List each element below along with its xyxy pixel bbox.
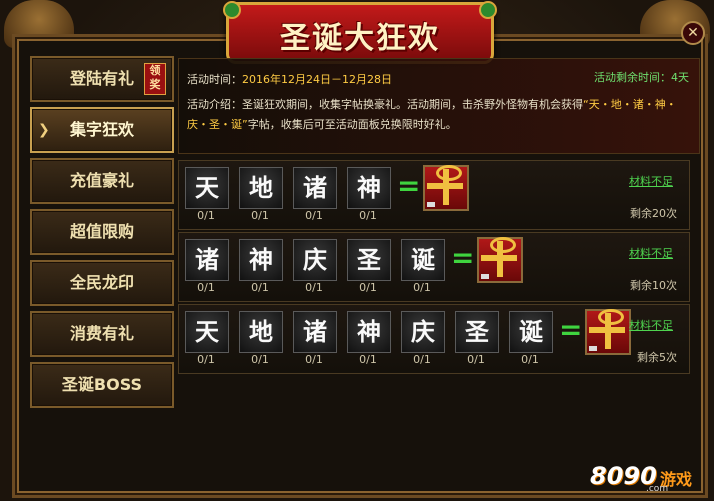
sidebar-item-1[interactable]: 集字狂欢 (30, 107, 174, 153)
gift-box-icon[interactable] (585, 309, 631, 355)
gift-bow (490, 237, 516, 253)
activity-description: 活动介绍：圣诞狂欢期间，收集字帖换豪礼。活动期间，击杀野外怪物有机会获得“天・地… (187, 95, 687, 135)
remaining-count: 剩余5次 (637, 351, 677, 364)
sidebar-item-label: 充值豪礼 (69, 171, 134, 190)
sidebar-item-2[interactable]: 充值豪礼 (30, 158, 174, 204)
site-logo: 8090 游戏 .com (586, 460, 706, 494)
character-tile[interactable]: 天 (185, 311, 229, 353)
exchange-row: 诸 0/1 神 0/1 庆 0/1 圣 0/1 诞 0/1 = 材料不足 剩余10次 (178, 232, 690, 302)
sidebar-item-label: 登陆有礼 (69, 69, 134, 88)
exchange-status-link[interactable]: 材料不足 (629, 245, 673, 261)
reward-badge[interactable]: 领奖 (144, 63, 166, 95)
character-tile[interactable]: 圣 (347, 239, 391, 281)
sidebar-item-label: 超值限购 (69, 222, 134, 241)
character-tile[interactable]: 庆 (401, 311, 445, 353)
character-tile[interactable]: 圣 (455, 311, 499, 353)
tile-count: 0/1 (359, 281, 377, 294)
tile-count: 0/1 (305, 353, 323, 366)
character-tile[interactable]: 地 (239, 311, 283, 353)
sidebar-item-5[interactable]: 消费有礼 (30, 311, 174, 357)
exchange-row: 天 0/1 地 0/1 诸 0/1 神 0/1 庆 0/1 圣 0/1 诞 0/1 = 材料不足 剩余5次 (178, 304, 690, 374)
character-tile[interactable]: 地 (239, 167, 283, 209)
character-tile[interactable]: 诞 (401, 239, 445, 281)
tile-count: 0/1 (305, 209, 323, 222)
activity-info-panel: 活动时间：2016年12月24日－12月28日 活动剩余时间：4天 活动介绍：圣… (178, 58, 700, 154)
character-tile[interactable]: 神 (347, 311, 391, 353)
sidebar: 登陆有礼领奖集字狂欢充值豪礼超值限购全民龙印消费有礼圣诞BOSS (30, 56, 174, 413)
sidebar-item-4[interactable]: 全民龙印 (30, 260, 174, 306)
gift-box-icon[interactable] (477, 237, 523, 283)
sidebar-item-3[interactable]: 超值限购 (30, 209, 174, 255)
window-title: 圣诞大狂欢 (280, 21, 440, 56)
gift-bow (598, 309, 624, 325)
equals-sign: = (451, 241, 475, 274)
remain-label: 活动剩余时间： (594, 71, 671, 84)
character-tile[interactable]: 天 (185, 167, 229, 209)
activity-time: 活动时间：2016年12月24日－12月28日 (187, 71, 392, 87)
exchange-status-link[interactable]: 材料不足 (629, 173, 673, 189)
gift-tag (481, 274, 489, 279)
tile-count: 0/1 (413, 281, 431, 294)
sidebar-item-6[interactable]: 圣诞BOSS (30, 362, 174, 408)
remaining-time: 活动剩余时间：4天 (594, 69, 689, 85)
character-tile[interactable]: 诞 (509, 311, 553, 353)
exchange-row: 天 0/1 地 0/1 诸 0/1 神 0/1 = 材料不足 剩余20次 (178, 160, 690, 230)
tile-count: 0/1 (359, 353, 377, 366)
gift-box-icon[interactable] (423, 165, 469, 211)
logo-url: .com (646, 484, 669, 494)
character-tile[interactable]: 诸 (185, 239, 229, 281)
equals-sign: = (397, 169, 421, 202)
gift-tag (589, 346, 597, 351)
remaining-count: 剩余20次 (630, 207, 677, 220)
sidebar-item-label: 全民龙印 (69, 273, 134, 292)
time-label: 活动时间： (187, 73, 242, 86)
close-button[interactable]: ✕ (681, 21, 705, 45)
gift-bow (436, 165, 462, 181)
sidebar-item-label: 圣诞BOSS (61, 375, 143, 394)
tile-count: 0/1 (467, 353, 485, 366)
remaining-count: 剩余10次 (630, 279, 677, 292)
sidebar-item-0[interactable]: 登陆有礼 领奖 (30, 56, 174, 102)
character-tile[interactable]: 诸 (293, 167, 337, 209)
sidebar-item-label: 消费有礼 (69, 324, 134, 343)
desc-text-1: 圣诞狂欢期间，收集字帖换豪礼。活动期间，击杀野外怪物有机会获得 (242, 98, 583, 111)
tile-count: 0/1 (197, 281, 215, 294)
desc-label: 活动介绍： (187, 98, 242, 111)
tile-count: 0/1 (305, 281, 323, 294)
desc-text-2: 字帖，收集后可至活动面板兑换限时好礼。 (247, 118, 457, 131)
equals-sign: = (559, 313, 583, 346)
sidebar-item-label: 集字狂欢 (69, 120, 134, 139)
tile-count: 0/1 (359, 209, 377, 222)
character-tile[interactable]: 神 (239, 239, 283, 281)
tile-count: 0/1 (251, 209, 269, 222)
time-value: 2016年12月24日－12月28日 (242, 73, 392, 86)
character-tile[interactable]: 诸 (293, 311, 337, 353)
tile-count: 0/1 (413, 353, 431, 366)
gift-tag (427, 202, 435, 207)
exchange-status-link[interactable]: 材料不足 (629, 317, 673, 333)
event-window: 圣诞大狂欢 ✕ 登陆有礼领奖集字狂欢充值豪礼超值限购全民龙印消费有礼圣诞BOSS… (0, 0, 714, 501)
tile-count: 0/1 (197, 353, 215, 366)
remain-value: 4天 (671, 71, 689, 84)
character-tile[interactable]: 神 (347, 167, 391, 209)
tile-count: 0/1 (251, 281, 269, 294)
tile-count: 0/1 (251, 353, 269, 366)
character-tile[interactable]: 庆 (293, 239, 337, 281)
tile-count: 0/1 (521, 353, 539, 366)
tile-count: 0/1 (197, 209, 215, 222)
title-banner: 圣诞大狂欢 (223, 1, 497, 64)
